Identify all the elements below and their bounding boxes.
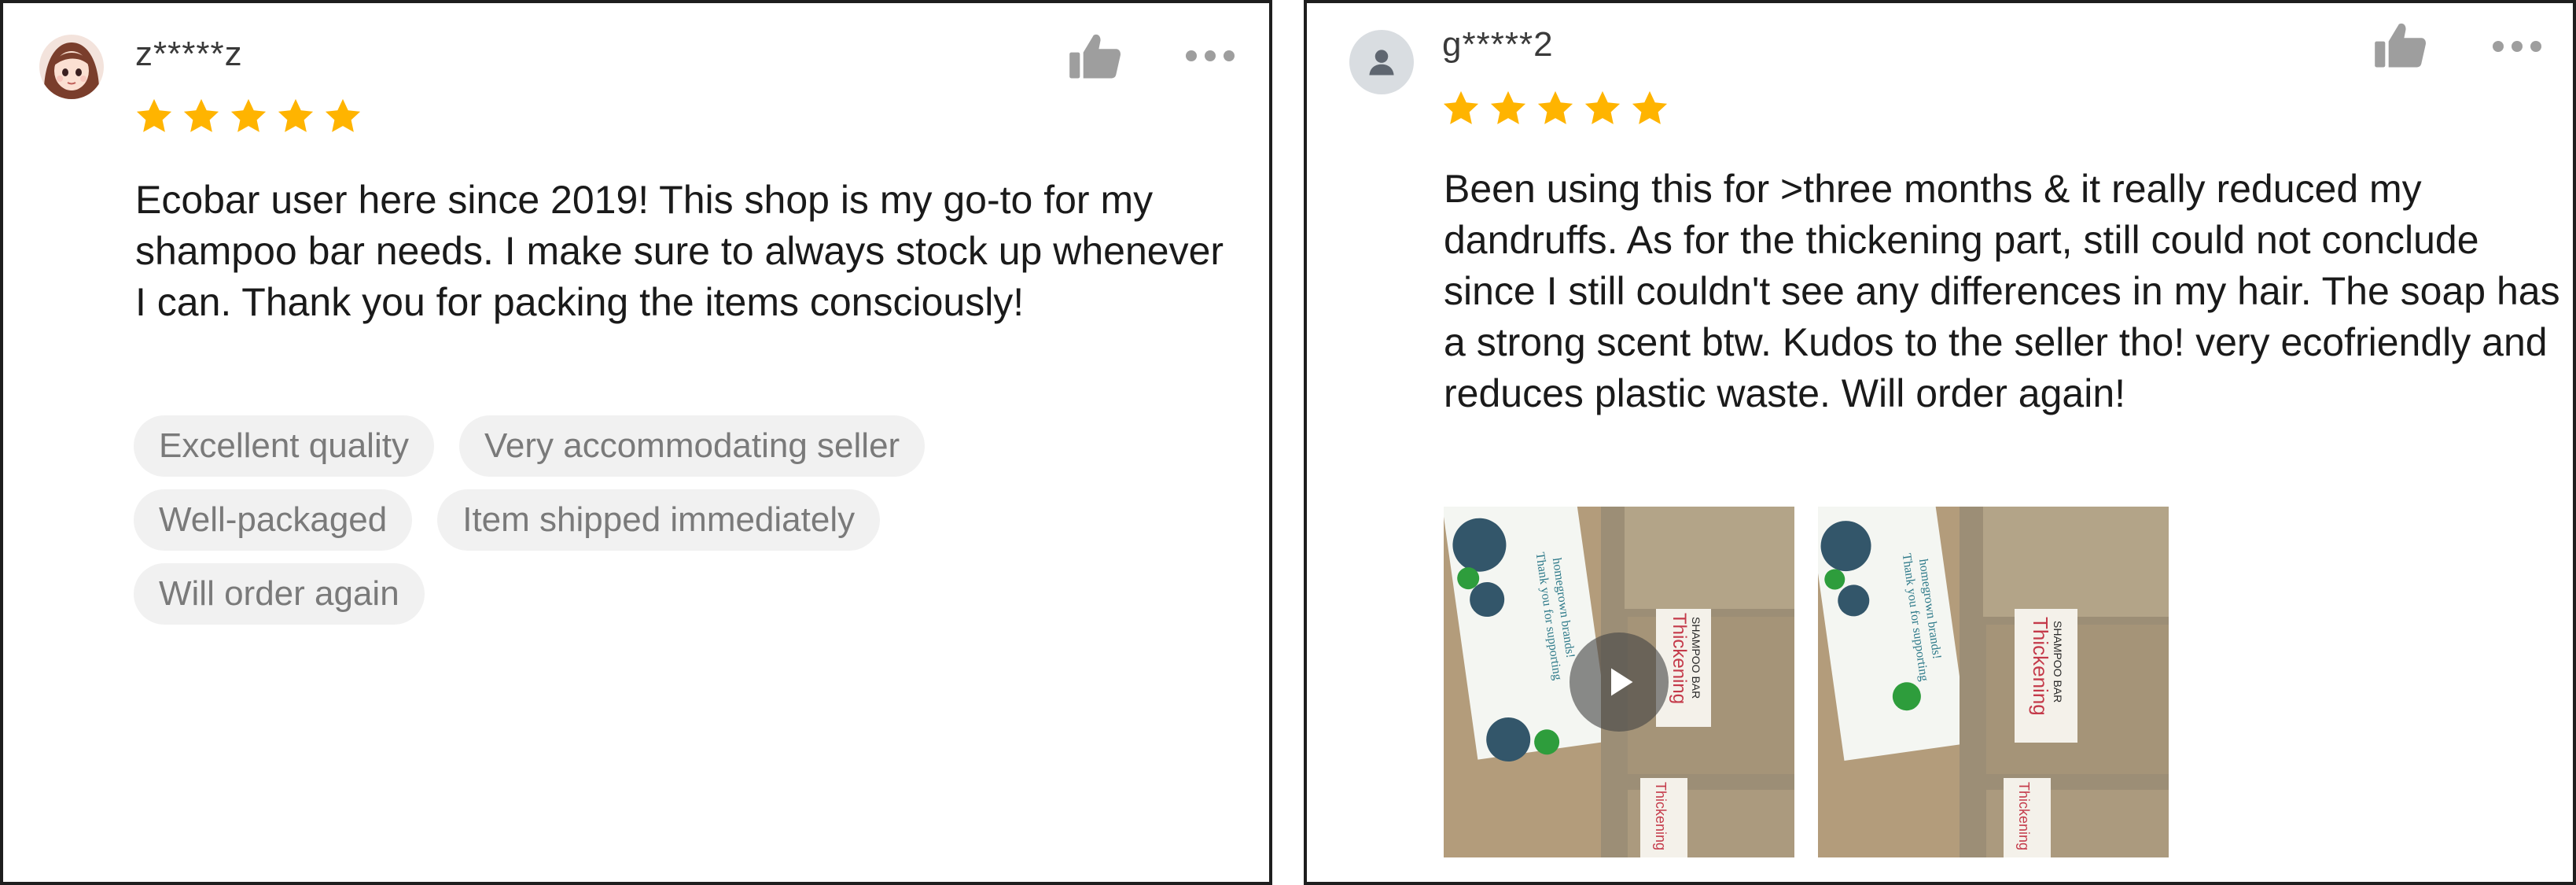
star-icon bbox=[1632, 90, 1668, 124]
review-tag: Very accommodating seller bbox=[458, 415, 926, 477]
review-video-thumbnail[interactable]: Thank you for supporting homegrown brand… bbox=[1444, 507, 1794, 857]
star-icon bbox=[1490, 90, 1526, 124]
user-avatar[interactable] bbox=[39, 35, 104, 99]
anime-girl-avatar-icon bbox=[39, 35, 104, 99]
review-tag: Will order again bbox=[134, 563, 425, 625]
star-icon bbox=[183, 98, 219, 132]
star-icon bbox=[1584, 90, 1621, 124]
svg-text:Thickening: Thickening bbox=[2029, 617, 2052, 716]
svg-text:Thickening: Thickening bbox=[2016, 782, 2032, 850]
review-card: z*****z Ecobar user here since 2019! Thi… bbox=[0, 0, 1272, 885]
username: g*****2 bbox=[1442, 25, 1554, 64]
default-user-icon bbox=[1369, 50, 1394, 76]
svg-text:Thickening: Thickening bbox=[1653, 782, 1669, 850]
product-photo: Thank you for supporting homegrown brand… bbox=[1818, 507, 2169, 857]
star-rating bbox=[1441, 88, 1670, 129]
play-icon bbox=[1611, 668, 1633, 696]
svg-text:Thickening: Thickening bbox=[1669, 613, 1690, 704]
review-tag: Item shipped immediately bbox=[437, 489, 881, 551]
user-avatar[interactable] bbox=[1349, 30, 1414, 94]
star-rating bbox=[134, 96, 363, 137]
star-icon bbox=[1537, 90, 1573, 124]
more-options-icon[interactable] bbox=[2490, 38, 2545, 55]
svg-text:SHAMPOO BAR: SHAMPOO BAR bbox=[2052, 621, 2064, 702]
review-text: Ecobar user here since 2019! This shop i… bbox=[135, 178, 1224, 324]
play-button[interactable] bbox=[1570, 632, 1669, 732]
more-options-icon[interactable] bbox=[1183, 47, 1238, 65]
review-photo-thumbnail[interactable]: Thank you for supporting homegrown brand… bbox=[1818, 507, 2169, 857]
thumbs-up-icon[interactable] bbox=[2373, 20, 2428, 69]
svg-text:SHAMPOO BAR: SHAMPOO BAR bbox=[1690, 617, 1702, 699]
username: z*****z bbox=[135, 35, 243, 73]
review-tag: Excellent quality bbox=[134, 415, 434, 477]
star-icon bbox=[278, 98, 314, 132]
star-icon bbox=[230, 98, 267, 132]
review-text: Been using this for >three months & it r… bbox=[1444, 167, 2560, 415]
star-icon bbox=[1443, 90, 1479, 124]
review-card: g*****2 Been using this for >three month… bbox=[1304, 0, 2576, 885]
review-tag: Well-packaged bbox=[134, 489, 413, 551]
star-icon bbox=[136, 98, 172, 132]
thumbs-up-icon[interactable] bbox=[1068, 31, 1123, 80]
star-icon bbox=[325, 98, 361, 132]
review-tags: Excellent quality Very accommodating sel… bbox=[134, 415, 1235, 637]
